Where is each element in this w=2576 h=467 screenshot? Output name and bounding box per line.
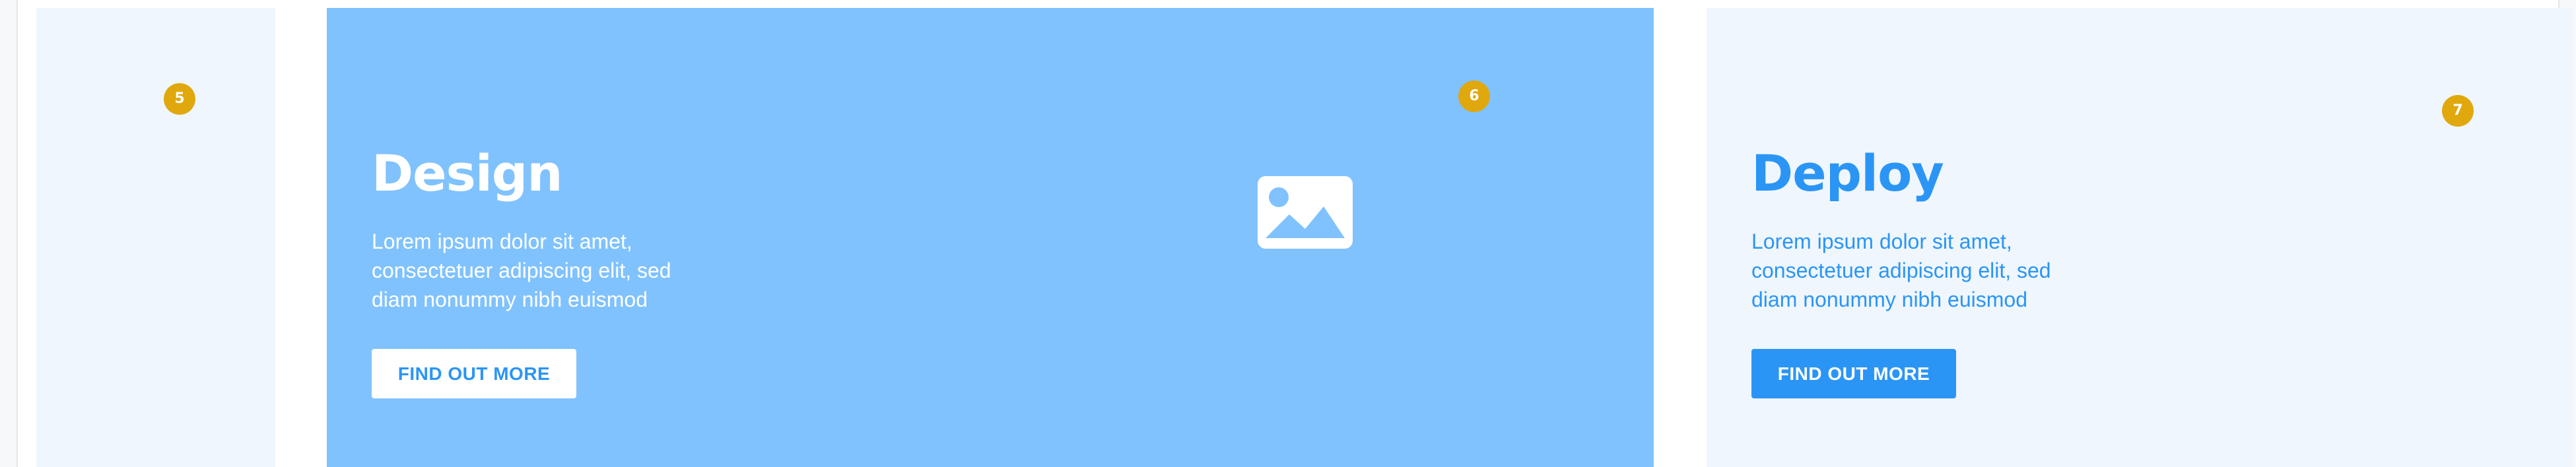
slide-content: Deploy Lorem ipsum dolor sit amet, conse…: [1751, 142, 2095, 398]
slide-badge: 6: [1458, 80, 1490, 112]
slide-card-design[interactable]: 6 Design Lorem ipsum dolor sit amet, con…: [327, 8, 1654, 467]
slide-card-previous[interactable]: 5: [36, 8, 275, 467]
slide-description: Lorem ipsum dolor sit amet, consectetuer…: [372, 230, 671, 311]
find-out-more-button[interactable]: FIND OUT MORE: [1751, 349, 1956, 398]
slide-content: Design Lorem ipsum dolor sit amet, conse…: [372, 142, 715, 398]
carousel-frame: 5 6 Design Lorem ipsum dolor sit amet, c…: [17, 0, 2573, 467]
slide-card-deploy[interactable]: 7 Deploy Lorem ipsum dolor sit amet, con…: [1707, 8, 2573, 467]
slide-badge: 5: [164, 83, 195, 115]
slide-title: Design: [372, 144, 562, 202]
slide-badge: 7: [2442, 95, 2474, 127]
slide-title: Deploy: [1751, 144, 1944, 202]
find-out-more-button[interactable]: FIND OUT MORE: [372, 349, 576, 398]
image-icon: [1258, 176, 1353, 249]
slide-description: Lorem ipsum dolor sit amet, consectetuer…: [1751, 230, 2051, 311]
